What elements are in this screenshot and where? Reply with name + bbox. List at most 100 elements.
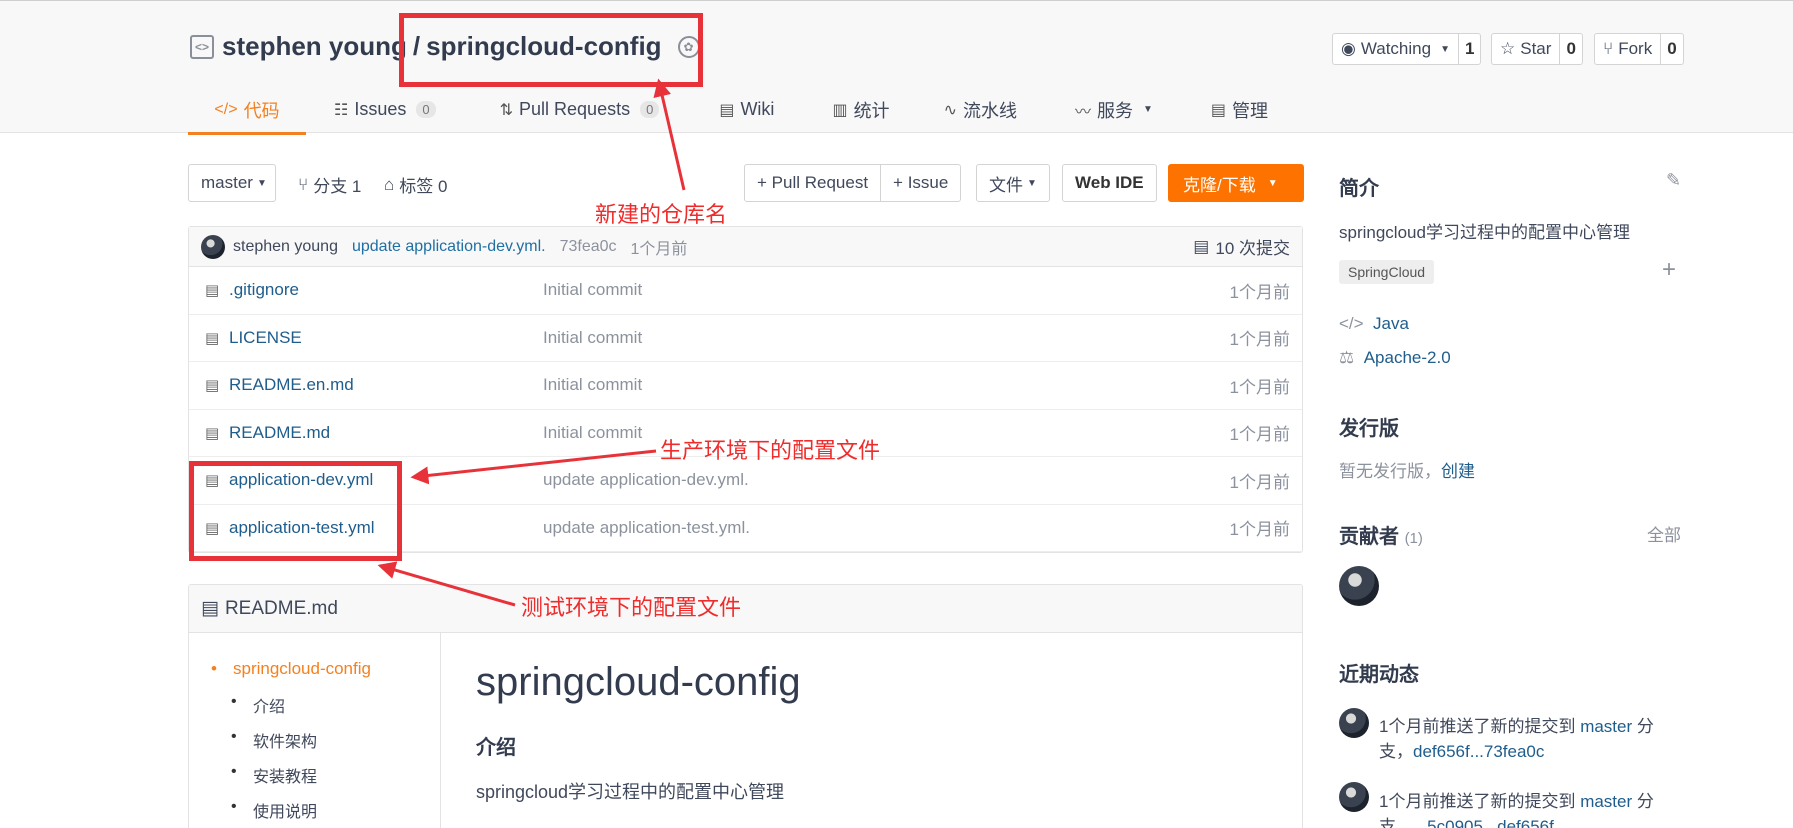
file-icon: ▤ [205, 424, 220, 442]
tab-wiki-label: Wiki [740, 99, 775, 119]
toc-item[interactable]: 介绍 [231, 693, 285, 717]
file-row: ▤ LICENSE Initial commit 1个月前 [189, 315, 1302, 362]
tab-pr-count: 0 [640, 101, 660, 118]
activity-suffix: 分 [1632, 717, 1654, 736]
tab-wiki[interactable]: ▤ Wiki [719, 85, 774, 134]
avatar[interactable] [1339, 566, 1379, 606]
star-button[interactable]: ☆ Star 0 [1491, 33, 1583, 65]
license-row: ⚖ Apache-2.0 [1339, 348, 1451, 368]
star-count[interactable]: 0 [1560, 34, 1581, 64]
web-ide-button[interactable]: Web IDE [1062, 164, 1157, 202]
fork-icon: ⑂ [1603, 39, 1614, 58]
language-link[interactable]: Java [1373, 314, 1409, 333]
file-menu-label: 文件 [989, 175, 1023, 195]
annotation-label-test-file: 测试环境下的配置文件 [521, 595, 742, 620]
tab-stats[interactable]: ▥ 统计 [832, 85, 889, 134]
edit-icon[interactable]: ✎ [1666, 170, 1681, 191]
fork-label: Fork [1618, 39, 1653, 58]
fork-button[interactable]: ⑂ Fork 0 [1594, 33, 1684, 65]
release-row: 暂无发行版，创建 [1339, 457, 1475, 482]
avatar[interactable] [1339, 708, 1369, 738]
file-time: 1个月前 [1229, 330, 1290, 350]
commit-message[interactable]: update application-dev.yml. [352, 238, 546, 256]
readme-header: ▤ README.md [189, 585, 1302, 633]
branch-select[interactable]: master ▼ [188, 164, 276, 202]
commit-count: 10 次提交 [1215, 239, 1290, 258]
commit-author[interactable]: stephen young [233, 238, 338, 256]
activity-branch-link[interactable]: master [1580, 792, 1632, 811]
tab-services[interactable]: 〰服务 ▼ [1075, 85, 1153, 134]
web-ide-label: Web IDE [1075, 173, 1144, 192]
tab-pipeline[interactable]: ∿ 流水线 [944, 85, 1017, 134]
new-pull-request-button[interactable]: + Pull Request [745, 165, 880, 201]
watch-button[interactable]: ◉ Watching ▼ 1 [1332, 33, 1482, 65]
activity-title: 近期动态 [1339, 664, 1419, 686]
tags-link[interactable]: ⌂ 标签 0 [384, 172, 447, 197]
tab-services-label: 服务 [1096, 100, 1133, 121]
star-label: Star [1520, 39, 1552, 58]
topic-tag[interactable]: SpringCloud [1339, 260, 1435, 284]
tab-pull-requests[interactable]: ⇅ Pull Requests 0 [500, 85, 660, 134]
file-commit-message[interactable]: Initial commit [543, 423, 642, 443]
contributors-all-link[interactable]: 全部 [1647, 521, 1681, 546]
avatar[interactable] [1339, 782, 1369, 812]
readme-title: springcloud-config [476, 660, 801, 704]
file-commit-message[interactable]: Initial commit [543, 328, 642, 348]
tab-pipeline-label: 流水线 [962, 100, 1017, 121]
star-icon: ☆ [1500, 39, 1516, 58]
activity-item: 1个月前推送了新的提交到 master 分 [1379, 787, 1654, 812]
commit-count-link[interactable]: ▤ 10 次提交 [1193, 234, 1290, 259]
intro-title: 简介 [1339, 178, 1379, 200]
file-name[interactable]: LICENSE [229, 328, 302, 348]
watch-count[interactable]: 1 [1459, 34, 1480, 64]
annotation-box-config-files [189, 461, 402, 561]
repo-owner-link[interactable]: stephen young [222, 31, 407, 62]
file-menu-button[interactable]: 文件 ▼ [976, 164, 1050, 202]
file-name[interactable]: .gitignore [229, 280, 299, 300]
toc-item[interactable]: 使用说明 [231, 798, 317, 822]
chevron-down-icon: ▼ [1267, 177, 1278, 189]
file-row: ▤ README.en.md Initial commit 1个月前 [189, 362, 1302, 410]
activity-range-link[interactable]: ...5c0905...def656f [1413, 817, 1554, 828]
clone-download-button[interactable]: 克隆/下载 ▼ [1168, 164, 1304, 202]
create-release-link[interactable]: 创建 [1441, 462, 1475, 481]
repo-description: springcloud学习过程中的配置中心管理 [1339, 223, 1630, 242]
toc-item[interactable]: 安装教程 [231, 763, 317, 787]
new-issue-button[interactable]: + Issue [880, 165, 960, 201]
annotation-label-repo-name: 新建的仓库名 [595, 202, 728, 227]
tab-code[interactable]: </> 代码 [188, 85, 306, 135]
commit-sha[interactable]: 73fea0c [560, 238, 617, 256]
tab-issues[interactable]: ☷ Issues 0 [334, 85, 436, 134]
tab-manage[interactable]: ▤ 管理 [1211, 85, 1268, 134]
file-commit-message[interactable]: Initial commit [543, 375, 642, 395]
release-title: 发行版 [1339, 418, 1399, 440]
file-commit-message[interactable]: update application-test.yml. [543, 518, 750, 538]
tab-issues-count: 0 [416, 101, 436, 118]
license-link[interactable]: Apache-2.0 [1364, 348, 1451, 367]
chevron-down-icon: ▼ [1440, 43, 1450, 55]
clone-label: 克隆/下载 [1183, 175, 1256, 195]
avatar[interactable] [201, 234, 225, 259]
eye-icon: ◉ [1341, 39, 1356, 58]
file-commit-message[interactable]: Initial commit [543, 280, 642, 300]
fork-count[interactable]: 0 [1661, 34, 1682, 64]
readme-filename: README.md [224, 597, 338, 619]
tab-manage-label: 管理 [1232, 100, 1269, 121]
activity-branch-link[interactable]: master [1580, 717, 1632, 736]
tab-issues-label: Issues [354, 99, 407, 119]
toc-item[interactable]: 软件架构 [231, 728, 317, 752]
file-name[interactable]: README.md [229, 423, 330, 443]
add-topic-icon[interactable]: + [1662, 256, 1676, 284]
toc-item[interactable]: springcloud-config [211, 659, 371, 679]
repo-tabs: </> 代码 ☷ Issues 0 ⇅ Pull Requests 0 ▤ Wiki ▥ 统计… [188, 85, 1268, 135]
branches-link[interactable]: ⑂ 分支 1 [298, 172, 361, 197]
file-name[interactable]: README.en.md [229, 375, 354, 395]
file-row: ▤ .gitignore Initial commit 1个月前 [189, 267, 1302, 315]
file-commit-message[interactable]: update application-dev.yml. [543, 470, 749, 490]
watch-label: Watching [1360, 39, 1432, 58]
create-group: + Pull Request + Issue [744, 164, 962, 202]
repo-header: <> stephen young / springcloud-config ✿ … [0, 0, 1793, 135]
activity-range-link[interactable]: def656f...73fea0c [1413, 742, 1544, 761]
annotation-label-prod-file: 生产环境下的配置文件 [660, 438, 881, 463]
tab-stats-label: 统计 [853, 100, 890, 121]
